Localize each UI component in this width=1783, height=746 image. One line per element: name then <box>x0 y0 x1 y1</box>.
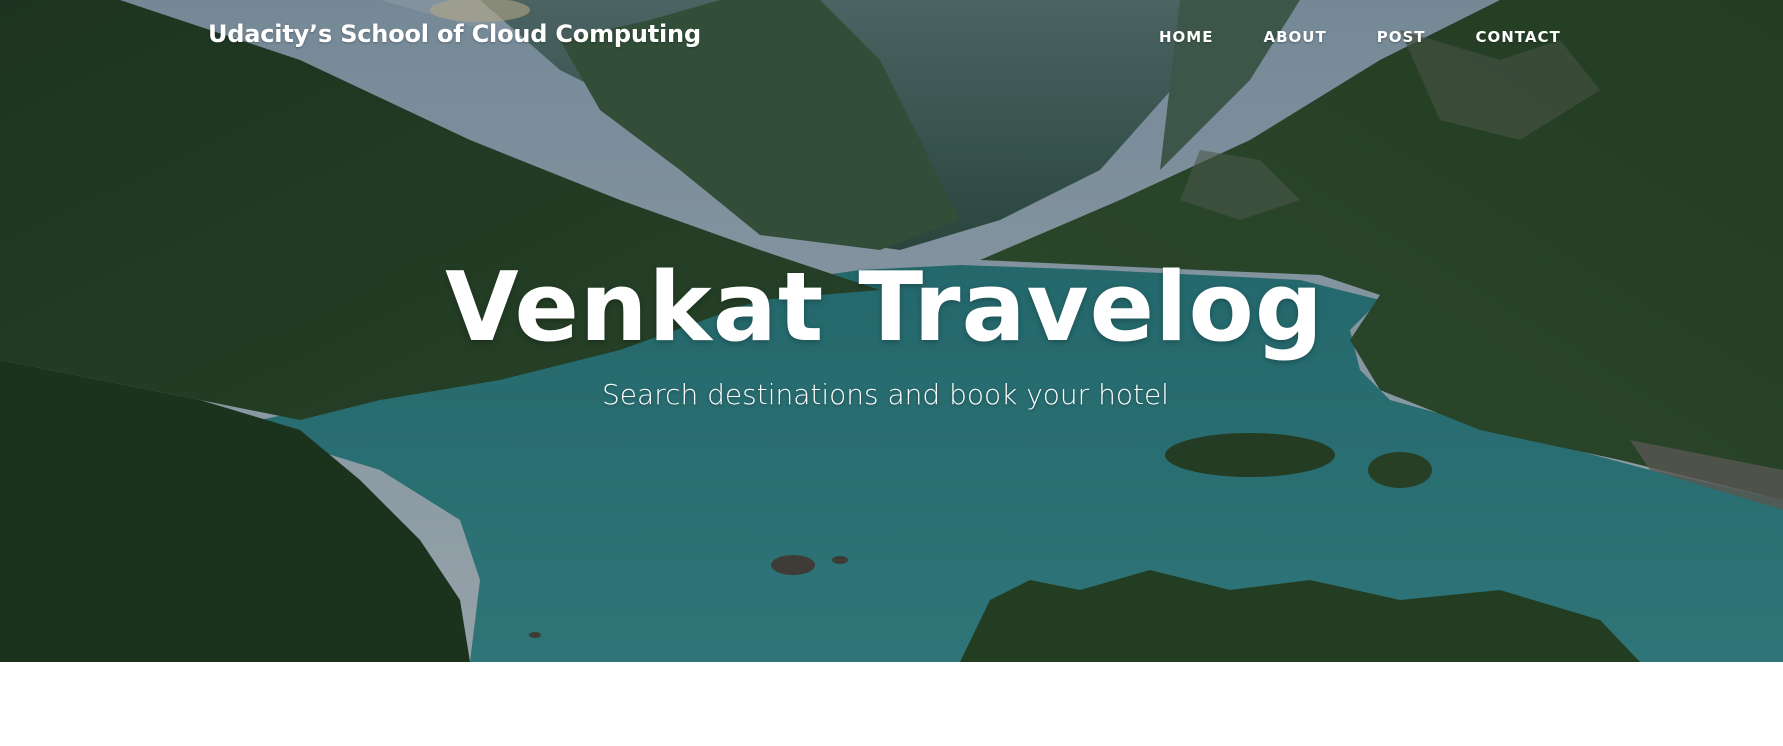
hero-title: Venkat Travelog <box>445 253 1324 363</box>
hero-header: Udacity’s School of Cloud Computing HOME… <box>0 0 1783 662</box>
site-brand-link[interactable]: Udacity’s School of Cloud Computing <box>208 20 701 48</box>
navbar: Udacity’s School of Cloud Computing HOME… <box>0 0 1783 76</box>
main-nav: HOME ABOUT POST CONTACT <box>1159 28 1561 46</box>
nav-link-post[interactable]: POST <box>1377 28 1426 46</box>
nav-link-contact[interactable]: CONTACT <box>1475 28 1560 46</box>
nav-link-about[interactable]: ABOUT <box>1263 28 1326 46</box>
nav-link-home[interactable]: HOME <box>1159 28 1213 46</box>
hero-subtitle: Search destinations and book your hotel <box>602 378 1169 411</box>
site-heading: Venkat Travelog Search destinations and … <box>0 253 1783 413</box>
